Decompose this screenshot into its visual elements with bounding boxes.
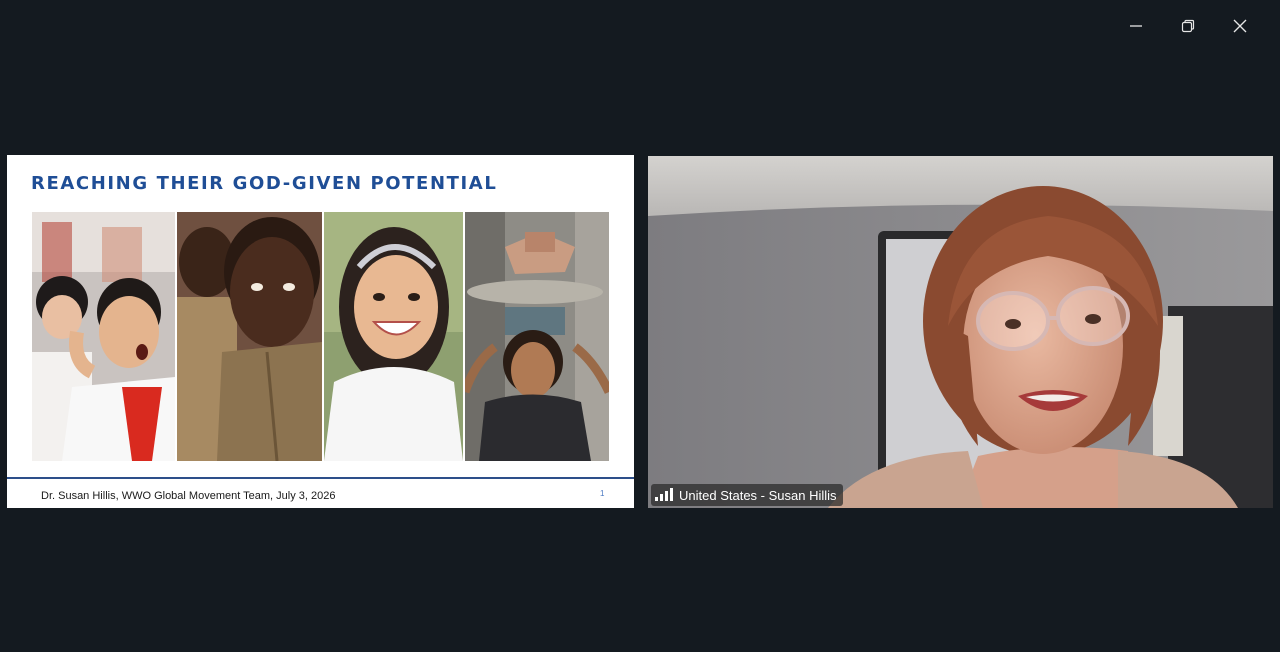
minimize-button[interactable] <box>1110 10 1162 42</box>
participant-name-label: United States - Susan Hillis <box>679 487 837 503</box>
slide-footer-divider <box>7 477 634 479</box>
participant-name-tag: United States - Susan Hillis <box>651 484 843 506</box>
close-button[interactable] <box>1214 10 1266 42</box>
photo-girl-carrying-bricks <box>465 212 609 461</box>
slide-footer-text: Dr. Susan Hillis, WWO Global Movement Te… <box>41 490 336 502</box>
signal-strength-icon <box>655 488 673 501</box>
photo-smiling-girl <box>324 212 463 461</box>
video-frame <box>648 156 1273 508</box>
minimize-icon <box>1130 25 1142 27</box>
restore-icon <box>1181 19 1195 33</box>
window-controls <box>1110 10 1266 42</box>
close-icon <box>1233 19 1247 33</box>
slide-title: REACHING THEIR GOD-GIVEN POTENTIAL <box>31 173 498 194</box>
slide-page-number: 1 <box>600 489 605 498</box>
shared-slide: REACHING THEIR GOD-GIVEN POTENTIAL Dr. S… <box>7 155 634 508</box>
participant-video: United States - Susan Hillis <box>648 156 1273 508</box>
photo-two-children <box>177 212 322 461</box>
photo-boy-red-scarf <box>32 212 175 461</box>
restore-button[interactable] <box>1162 10 1214 42</box>
photo-collage <box>32 212 609 461</box>
